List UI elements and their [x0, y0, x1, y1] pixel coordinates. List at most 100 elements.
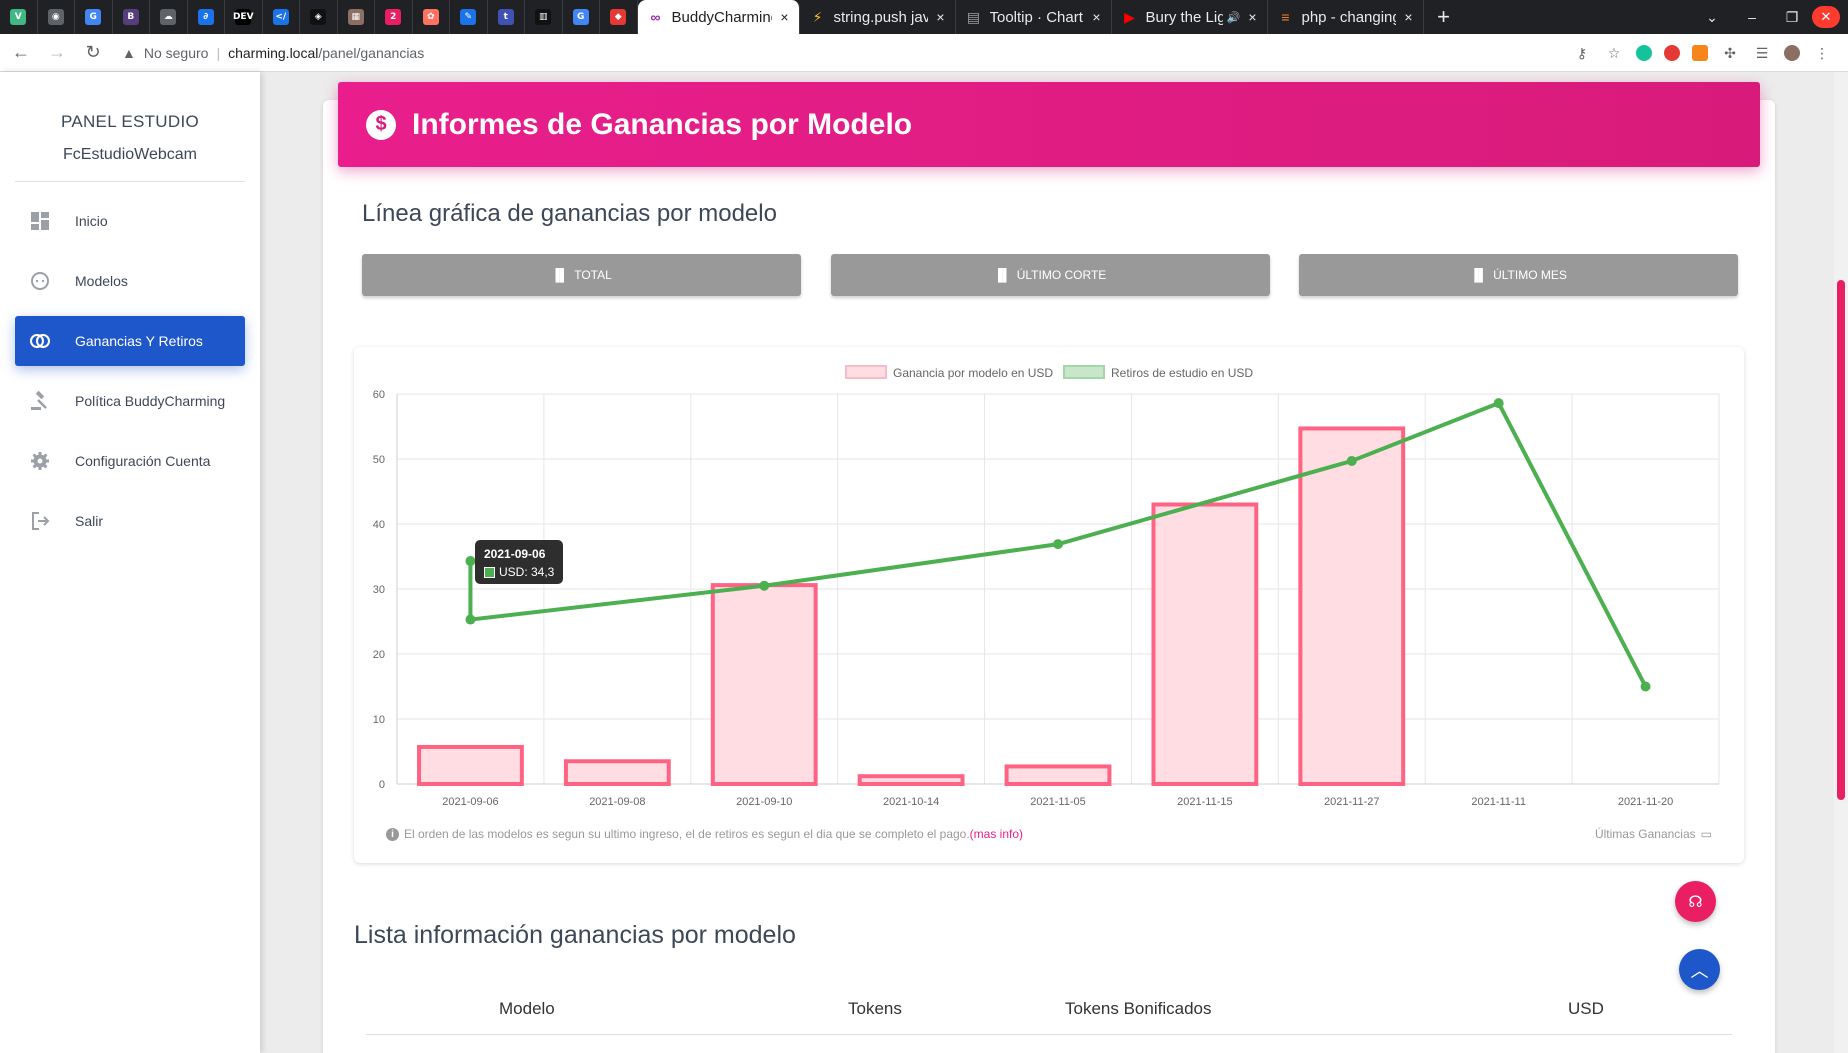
chevron-up-icon: ︿	[1690, 960, 1709, 981]
pinned-tab[interactable]: ✿	[413, 0, 450, 34]
bar[interactable]	[1004, 764, 1112, 787]
pinned-tab[interactable]: t	[488, 0, 525, 34]
line-point[interactable]	[759, 580, 770, 591]
sidebar-item-loop[interactable]: Ganancias Y Retiros	[15, 316, 245, 366]
scrollbar-thumb[interactable]	[1837, 280, 1845, 800]
key-icon[interactable]: ⚷	[1572, 45, 1592, 62]
tab-label: php - changing arr	[1301, 8, 1397, 26]
close-tab-icon[interactable]: ×	[780, 9, 788, 25]
vue-icon: V	[10, 9, 27, 25]
pinned-tab[interactable]: 2	[375, 0, 413, 34]
tab-label: string.push javascr	[833, 8, 929, 26]
sidebar-item-label: Inicio	[75, 213, 108, 229]
minimize-icon[interactable]: –	[1732, 9, 1772, 25]
compass-icon: ◉	[47, 9, 64, 25]
page-scrollbar[interactable]	[1834, 72, 1848, 1053]
grammarly-icon[interactable]	[1636, 45, 1652, 61]
sidebar-menu: Inicio Modelos Ganancias Y Retiros Política…	[0, 196, 260, 546]
bar[interactable]	[563, 759, 671, 786]
pinned-tab[interactable]: ◈	[300, 0, 338, 34]
sidebar-item-logout[interactable]: Salir	[15, 496, 245, 546]
close-tab-icon[interactable]: ×	[1248, 9, 1256, 25]
reading-list-icon[interactable]: ☰	[1752, 45, 1772, 62]
last-month-button-label: ÚLTIMO MES	[1493, 268, 1567, 282]
bar[interactable]	[1298, 426, 1406, 786]
logout-icon	[15, 511, 65, 531]
close-tab-icon[interactable]: ×	[1092, 9, 1100, 25]
pinned-tab[interactable]: ◉	[38, 0, 75, 34]
menu-icon[interactable]: ⋮	[1812, 45, 1832, 62]
address-bar: ← → ↻ ▲ No seguro | charming.local /pane…	[0, 34, 1848, 72]
back-icon[interactable]: ←	[6, 42, 36, 63]
pinned-tab[interactable]: ☁	[150, 0, 188, 34]
url-field[interactable]: ▲ No seguro | charming.local /panel/gana…	[122, 45, 424, 61]
close-tab-icon[interactable]: ×	[936, 9, 944, 25]
pinned-tab[interactable]: G	[75, 0, 113, 34]
pinned-tab[interactable]: DEV	[225, 0, 263, 34]
total-button[interactable]: ▐▌ TOTAL	[362, 254, 801, 296]
metamask-icon[interactable]	[1692, 45, 1708, 61]
pinned-tab[interactable]: ∂	[188, 0, 225, 34]
speaker-icon[interactable]: 🔊	[1227, 11, 1241, 24]
close-window-icon[interactable]: ✕	[1812, 6, 1840, 28]
line-point[interactable]	[1346, 455, 1357, 466]
tab-search-icon[interactable]: ⌄	[1692, 9, 1732, 26]
support-button[interactable]: ☊	[1675, 881, 1716, 922]
column-header-usd[interactable]: USD	[1568, 999, 1604, 1019]
adblock-icon[interactable]	[1664, 45, 1680, 61]
gear-icon	[15, 451, 65, 471]
pinned-tab[interactable]: V	[0, 0, 38, 34]
last-cut-button[interactable]: ▐▌ ÚLTIMO CORTE	[830, 254, 1270, 296]
pinned-tab[interactable]: ▦	[338, 0, 375, 34]
browser-tab[interactable]: ⚡ string.push javascr ×	[800, 0, 956, 34]
browser-tab[interactable]: ▶ Bury the Light 🔊 ×	[1112, 0, 1268, 34]
browser-tab[interactable]: ≡ php - changing arr ×	[1268, 0, 1424, 34]
pinned-tab[interactable]: ✎	[450, 0, 488, 34]
earnings-chart[interactable]: 0 10 20 30 40 50 60 2021-09-06 2021-09-08 2021-09…	[354, 347, 1744, 817]
pinned-tab[interactable]: G	[563, 0, 600, 34]
y-tick-label: 60	[373, 389, 385, 401]
sidebar-item-dashboard[interactable]: Inicio	[15, 196, 245, 246]
bar[interactable]	[857, 774, 965, 787]
pinned-tab[interactable]: </	[263, 0, 300, 34]
google-icon: G	[572, 9, 589, 25]
close-tab-icon[interactable]: ×	[1404, 9, 1412, 25]
column-header-model[interactable]: Modelo	[499, 999, 555, 1019]
column-header-bonus-tokens[interactable]: Tokens Bonificados	[1065, 999, 1211, 1019]
browser-tab[interactable]: ∞ BuddyCharming ×	[637, 0, 800, 34]
line-point[interactable]	[1493, 398, 1504, 409]
bookmark-star-icon[interactable]: ☆	[1604, 45, 1624, 62]
forward-icon[interactable]: →	[42, 42, 72, 63]
bar[interactable]	[417, 744, 524, 787]
sidebar-item-label: Política BuddyCharming	[75, 393, 226, 409]
dashboard-icon	[15, 211, 65, 231]
sidebar-item-gear[interactable]: Configuración Cuenta	[15, 436, 245, 486]
pinned-tab[interactable]: B	[113, 0, 150, 34]
reload-icon[interactable]: ↻	[78, 42, 108, 63]
column-header-tokens[interactable]: Tokens	[848, 999, 902, 1019]
headset-icon: ☊	[1688, 893, 1703, 911]
line-point[interactable]	[465, 556, 476, 567]
more-info-link[interactable]: (mas info)	[970, 827, 1023, 841]
restore-icon[interactable]: ❐	[1772, 9, 1812, 26]
browser-tab[interactable]: ▤ Tooltip · Chart.js d ×	[956, 0, 1112, 34]
new-tab-button[interactable]: +	[1424, 0, 1464, 34]
line-point[interactable]	[1053, 539, 1063, 550]
sidebar-item-gavel[interactable]: Política BuddyCharming	[15, 376, 245, 426]
link-icon: ∂	[197, 9, 214, 25]
brand-subtitle: FcEstudioWebcam	[63, 146, 197, 163]
pinned-tab[interactable]: ▥	[525, 0, 563, 34]
last-month-button[interactable]: ▐▌ ÚLTIMO MES	[1299, 254, 1738, 296]
line-point[interactable]	[465, 614, 476, 625]
line-point[interactable]	[1640, 681, 1651, 692]
scroll-top-button[interactable]: ︿	[1679, 949, 1720, 990]
page-title: Informes de Ganancias por Modelo	[412, 107, 913, 141]
window-controls: ⌄ – ❐ ✕	[1692, 0, 1848, 34]
bar[interactable]	[710, 583, 818, 786]
avatar[interactable]	[1784, 45, 1800, 61]
bar[interactable]	[1151, 502, 1259, 786]
extensions-icon[interactable]: ✣	[1720, 45, 1740, 62]
tooltip-line: USD: 34,3	[484, 565, 554, 579]
pinned-tab[interactable]: ◆	[600, 0, 638, 34]
sidebar-item-face[interactable]: Modelos	[15, 256, 245, 306]
